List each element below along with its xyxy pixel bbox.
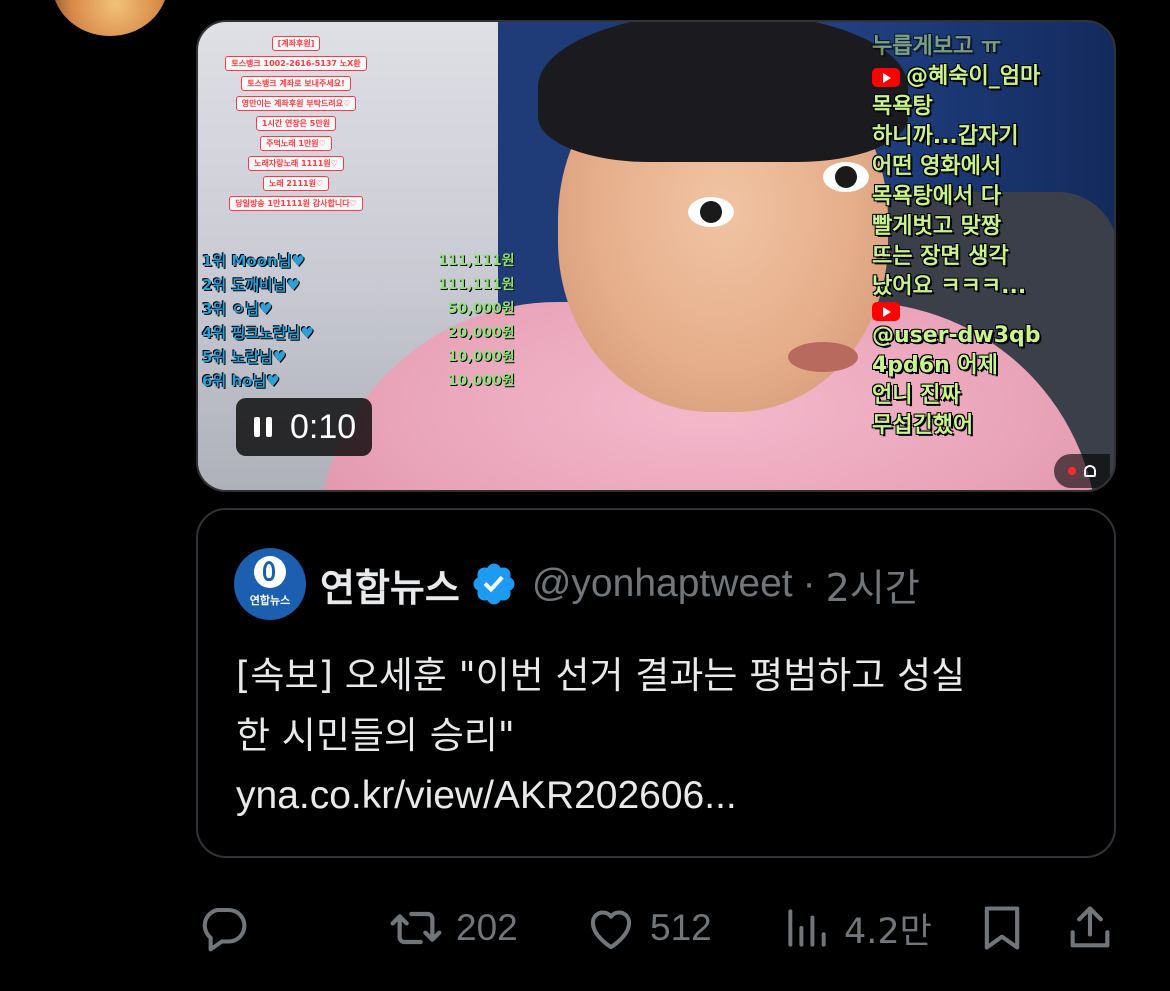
donation-notice-line: 영만이는 계좌후원 부탁드려요♡ [235,96,357,111]
video-player[interactable]: [계좌후원] 토스뱅크 1002-2616-5137 노X환 토스뱅크 계좌로 … [196,20,1116,492]
chat-message-line: 하니까...갑자기 [872,124,1019,149]
donor-amount: 111,111원 [438,277,515,293]
donation-notice-line: 토스뱅크 계좌로 보내주세요! [241,76,351,91]
retweet-count: 202 [456,907,518,948]
donor-rank-line: 2위 도깨비님♥ [202,276,301,294]
donor-rank-line: 1위 Moon님♥ [202,252,305,270]
quoted-tweet-header: 연합뉴스 연합뉴스 @yonhaptweet · 2시간 [234,548,920,620]
retweet-button[interactable]: 202 [388,898,518,958]
like-count: 512 [650,907,712,948]
chat-message-line: 목욕탕 [872,94,933,119]
stream-donor-ranking: 1위 Moon님♥ 2위 도깨비님♥ 3위 ㅇ님♥ 4위 핑크노란님♥ 5위 노… [202,250,314,391]
donor-rank-line: 3위 ㅇ님♥ [202,300,273,318]
bookmark-button[interactable] [976,898,1028,958]
video-viewer-badge [1054,454,1110,488]
chat-line-partial: 누릅게보고 ㅠ [872,34,1002,59]
chat-author-name: 4pd6n 어제 [872,353,998,378]
youtube-icon [872,67,900,87]
video-playback-control[interactable]: 0:10 [236,398,373,456]
quoted-author-avatar[interactable]: 연합뉴스 [234,548,306,620]
retweet-icon [390,911,442,945]
donor-rank-line: 4위 핑크노란님♥ [202,324,314,342]
video-person-hair [538,22,908,162]
chat-message-line: 언니 진짜 [872,383,961,408]
live-dot-icon [1068,467,1076,475]
video-person-mouth [788,342,858,372]
chat-message-line: 빨게벗고 맞짱 [872,214,1002,239]
like-button[interactable]: 512 [584,898,712,958]
analytics-icon [788,909,826,947]
chat-author-2 [872,302,1102,321]
share-icon [1070,906,1110,948]
pause-icon[interactable] [254,417,272,437]
donor-amount: 10,000원 [447,349,515,365]
quoted-author-handle[interactable]: @yonhaptweet [532,562,793,606]
share-button[interactable] [1064,898,1116,958]
person-icon [1084,465,1096,477]
video-person-eye-right [823,162,869,192]
tweet-view: [계좌후원] 토스뱅크 1002-2616-5137 노X환 토스뱅크 계좌로 … [0,0,1170,991]
donor-rank-line: 5위 노란님♥ [202,348,287,366]
quoted-tweet-text-line: 한 시민들의 승리" [236,714,515,757]
donation-notice-line: 토스뱅크 1002-2616-5137 노X환 [225,56,367,71]
chat-author: @혜숙이_엄마 [872,62,1102,92]
donation-notice-line: 노래자랑노래 1111원♡ [248,156,344,171]
donor-amount: 10,000원 [447,373,515,389]
donor-amount: 111,111원 [438,253,515,269]
donor-amount: 50,000원 [447,301,515,317]
donor-rank-line: 6위 ho님♥ [202,372,280,390]
avatar-label: 연합뉴스 [249,594,291,607]
quoted-tweet-time[interactable]: 2시간 [826,557,920,612]
video-elapsed-time: 0:10 [290,407,357,446]
yonhap-logo-icon [254,556,286,588]
stream-donor-amounts: 111,111원 111,111원 50,000원 20,000원 10,000… [438,250,515,390]
donation-notice-line: 당일방송 1만1111원 감사합니다♡ [229,196,363,211]
chat-message-line: 났어요 ㅋㅋㅋ... [872,274,1027,299]
author-avatar[interactable] [52,0,168,36]
chat-message-line: 뜨는 장면 생각 [872,244,1009,269]
reply-button[interactable] [196,898,250,958]
header-separator: · [802,562,816,605]
stream-donation-notice: [계좌후원] 토스뱅크 1002-2616-5137 노X환 토스뱅크 계좌로 … [216,36,376,211]
heart-icon [590,910,632,950]
video-person-eye-left [688,197,734,227]
donation-notice-line: [계좌후원] [271,36,321,51]
youtube-icon [872,302,900,321]
chat-author-name: @혜숙이_엄마 [906,64,1041,89]
chat-message-line: 목욕탕에서 다 [872,184,1002,209]
quoted-tweet-text-line: [속보] 오세훈 "이번 선거 결과는 평범하고 성실 [236,654,966,697]
reply-icon [202,907,247,952]
tweet-action-bar: 202 512 4.2만 [196,898,1116,958]
views-button[interactable]: 4.2만 [782,898,932,958]
quoted-tweet-card[interactable]: 연합뉴스 연합뉴스 @yonhaptweet · 2시간 [속보] 오세훈 "이… [196,508,1116,858]
quoted-tweet-link[interactable]: yna.co.kr/view/AKR202606... [236,766,1076,826]
quoted-tweet-text: [속보] 오세훈 "이번 선거 결과는 평범하고 성실 한 시민들의 승리" y… [236,646,1076,826]
donation-notice-line: 주먹노래 1만원♡ [260,136,332,151]
donor-amount: 20,000원 [447,325,515,341]
chat-message-line: 어떤 영화에서 [872,154,1002,179]
views-count: 4.2만 [844,911,932,952]
quoted-author-name[interactable]: 연합뉴스 [320,557,460,612]
chat-author-name: @user-dw3qb [872,323,1041,348]
donation-notice-line: 노래 2111원♡ [262,176,330,191]
donation-notice-line: 1시간 연장은 5만원 [255,116,337,131]
chat-message-line: 무섭긴했어 [872,413,974,438]
verified-badge-icon [473,563,515,605]
stream-chat-overlay: 누릅게보고 ㅠ @혜숙이_엄마 목욕탕 하니까...갑자기 어떤 영화에서 목욕… [872,32,1102,441]
bookmark-icon [984,906,1020,950]
